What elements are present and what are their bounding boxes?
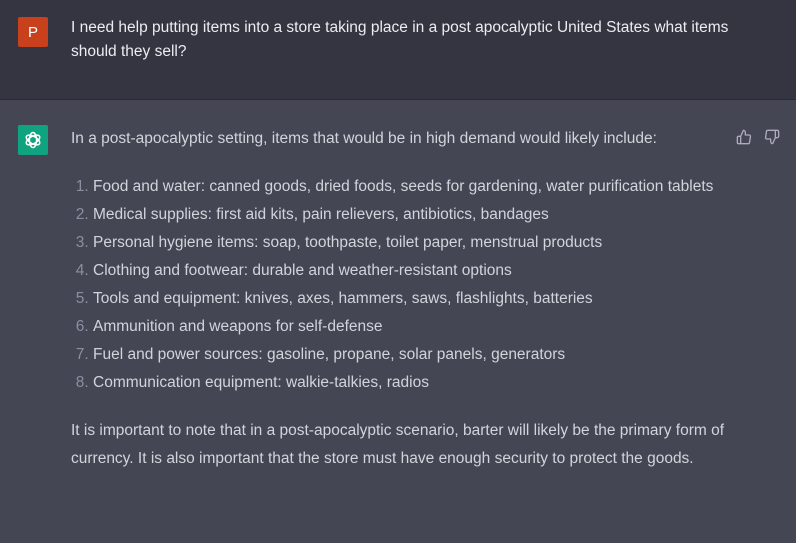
- thumbs-up-icon[interactable]: [735, 128, 753, 146]
- item-list: Food and water: canned goods, dried food…: [71, 173, 731, 397]
- list-item: Communication equipment: walkie-talkies,…: [93, 369, 731, 397]
- list-item: Fuel and power sources: gasoline, propan…: [93, 341, 731, 369]
- user-avatar: P: [18, 17, 48, 47]
- assistant-intro: In a post-apocalyptic setting, items tha…: [71, 130, 657, 147]
- list-item: Tools and equipment: knives, axes, hamme…: [93, 285, 731, 313]
- user-message-text: I need help putting items into a store t…: [71, 19, 729, 60]
- assistant-message-content: In a post-apocalyptic setting, items tha…: [71, 125, 731, 473]
- list-item: Medical supplies: first aid kits, pain r…: [93, 201, 731, 229]
- user-message-row: P I need help putting items into a store…: [0, 0, 796, 100]
- list-item: Ammunition and weapons for self-defense: [93, 313, 731, 341]
- list-item: Personal hygiene items: soap, toothpaste…: [93, 229, 731, 257]
- list-item: Clothing and footwear: durable and weath…: [93, 257, 731, 285]
- assistant-conclusion: It is important to note that in a post-a…: [71, 422, 725, 467]
- thumbs-down-icon[interactable]: [763, 128, 781, 146]
- openai-logo-icon: [18, 125, 48, 155]
- list-item: Food and water: canned goods, dried food…: [93, 173, 731, 201]
- assistant-message-row: In a post-apocalyptic setting, items tha…: [0, 100, 796, 543]
